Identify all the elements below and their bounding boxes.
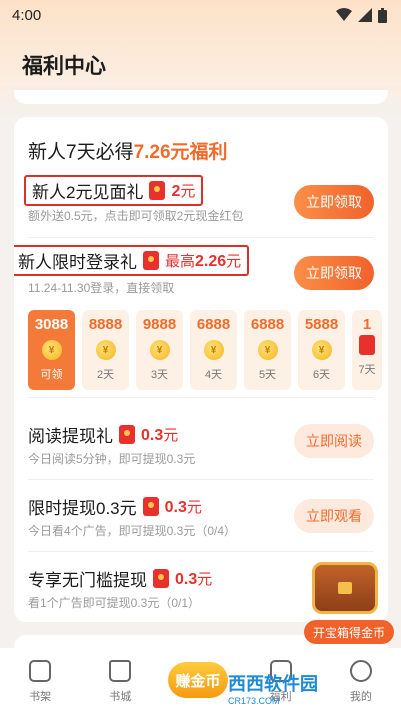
bookshelf-icon <box>29 660 52 682</box>
day-reward-item[interactable]: 9888 ¥ 3天 <box>136 310 183 390</box>
red-packet-icon <box>153 569 169 588</box>
coin-icon: ¥ <box>203 340 224 360</box>
divider <box>28 551 374 552</box>
watermark-logo: 西西软件园 CR173.COM <box>228 674 318 706</box>
mine-icon <box>349 660 372 682</box>
login-gift-row-title: 新人限时登录礼 最高2.26元 <box>14 245 250 276</box>
bookcity-icon <box>109 660 132 682</box>
divider <box>28 397 374 398</box>
no-threshold-withdraw-desc: 看1个广告即可提现0.3元（0/1） <box>28 596 201 610</box>
divider <box>28 237 374 238</box>
coin-icon: ¥ <box>311 340 332 360</box>
limited-withdraw-desc: 今日看4个广告，即可提现0.3元（0/4） <box>28 524 237 538</box>
status-bar: 4:00 <box>0 0 401 30</box>
watch-now-button[interactable]: 立即观看 <box>294 499 374 533</box>
newbie-welfare-card: 新人7天必得7.26元福利 新人2元见面礼 2元 额外送0.5元，点击即可领取2… <box>14 117 388 622</box>
divider <box>28 479 374 480</box>
treasure-chest-icon[interactable] <box>306 558 384 622</box>
red-packet-icon <box>359 335 375 355</box>
day-reward-item[interactable]: 3088 ¥ 可领 <box>28 310 75 390</box>
earn-coins-button[interactable]: 赚金币 <box>168 662 228 698</box>
page-title: 福利中心 <box>22 55 106 78</box>
status-time: 4:00 <box>12 6 42 24</box>
red-packet-icon <box>142 497 159 516</box>
coin-icon: ¥ <box>149 340 170 360</box>
coin-icon: ¥ <box>257 340 278 360</box>
claim-newbie-gift-button[interactable]: 立即领取 <box>294 185 374 219</box>
coin-icon: ¥ <box>95 340 116 360</box>
login-gift-desc: 11.24-11.30登录，直接领取 <box>28 281 175 295</box>
newbie-gift-desc: 额外送0.5元，点击即可领取2元现金红包 <box>28 209 244 223</box>
battery-icon <box>378 7 387 23</box>
day-reward-item[interactable]: 5888 ¥ 6天 <box>298 310 345 390</box>
day-reward-item[interactable]: 6888 ¥ 5天 <box>244 310 291 390</box>
previous-card <box>14 90 388 104</box>
no-threshold-withdraw-row-title: 专享无门槛提现 0.3元 <box>28 569 213 590</box>
open-chest-button[interactable]: 开宝箱得金币 <box>304 620 394 644</box>
wifi-icon <box>336 8 352 21</box>
read-now-button[interactable]: 立即阅读 <box>294 424 374 458</box>
limited-withdraw-row-title: 限时提现0.3元 0.3元 <box>28 497 202 518</box>
tab-mine[interactable]: 我的 <box>326 660 396 704</box>
read-withdraw-desc: 今日阅读5分钟，即可提现0.3元 <box>28 452 196 466</box>
claim-login-gift-button[interactable]: 立即领取 <box>294 256 374 290</box>
tab-bookshelf[interactable]: 书架 <box>5 660 75 704</box>
daily-reward-strip: 3088 ¥ 可领 8888 ¥ 2天 9888 ¥ 3天 6888 ¥ 4天 … <box>28 310 388 390</box>
signal-icon <box>358 8 372 22</box>
section-headline: 新人7天必得7.26元福利 <box>28 142 228 163</box>
newbie-gift-row-title: 新人2元见面礼 2元 <box>24 175 204 206</box>
day-reward-item[interactable]: 1 7天 <box>352 310 382 390</box>
red-packet-icon <box>143 251 159 270</box>
read-withdraw-row-title: 阅读提现礼 0.3元 <box>28 425 179 446</box>
day-reward-item[interactable]: 6888 ¥ 4天 <box>190 310 237 390</box>
coin-icon: ¥ <box>41 340 62 360</box>
day-reward-item[interactable]: 8888 ¥ 2天 <box>82 310 129 390</box>
red-packet-icon <box>149 181 166 200</box>
tab-bookcity[interactable]: 书城 <box>85 660 155 704</box>
red-packet-icon <box>119 425 135 444</box>
status-icons <box>336 7 387 23</box>
